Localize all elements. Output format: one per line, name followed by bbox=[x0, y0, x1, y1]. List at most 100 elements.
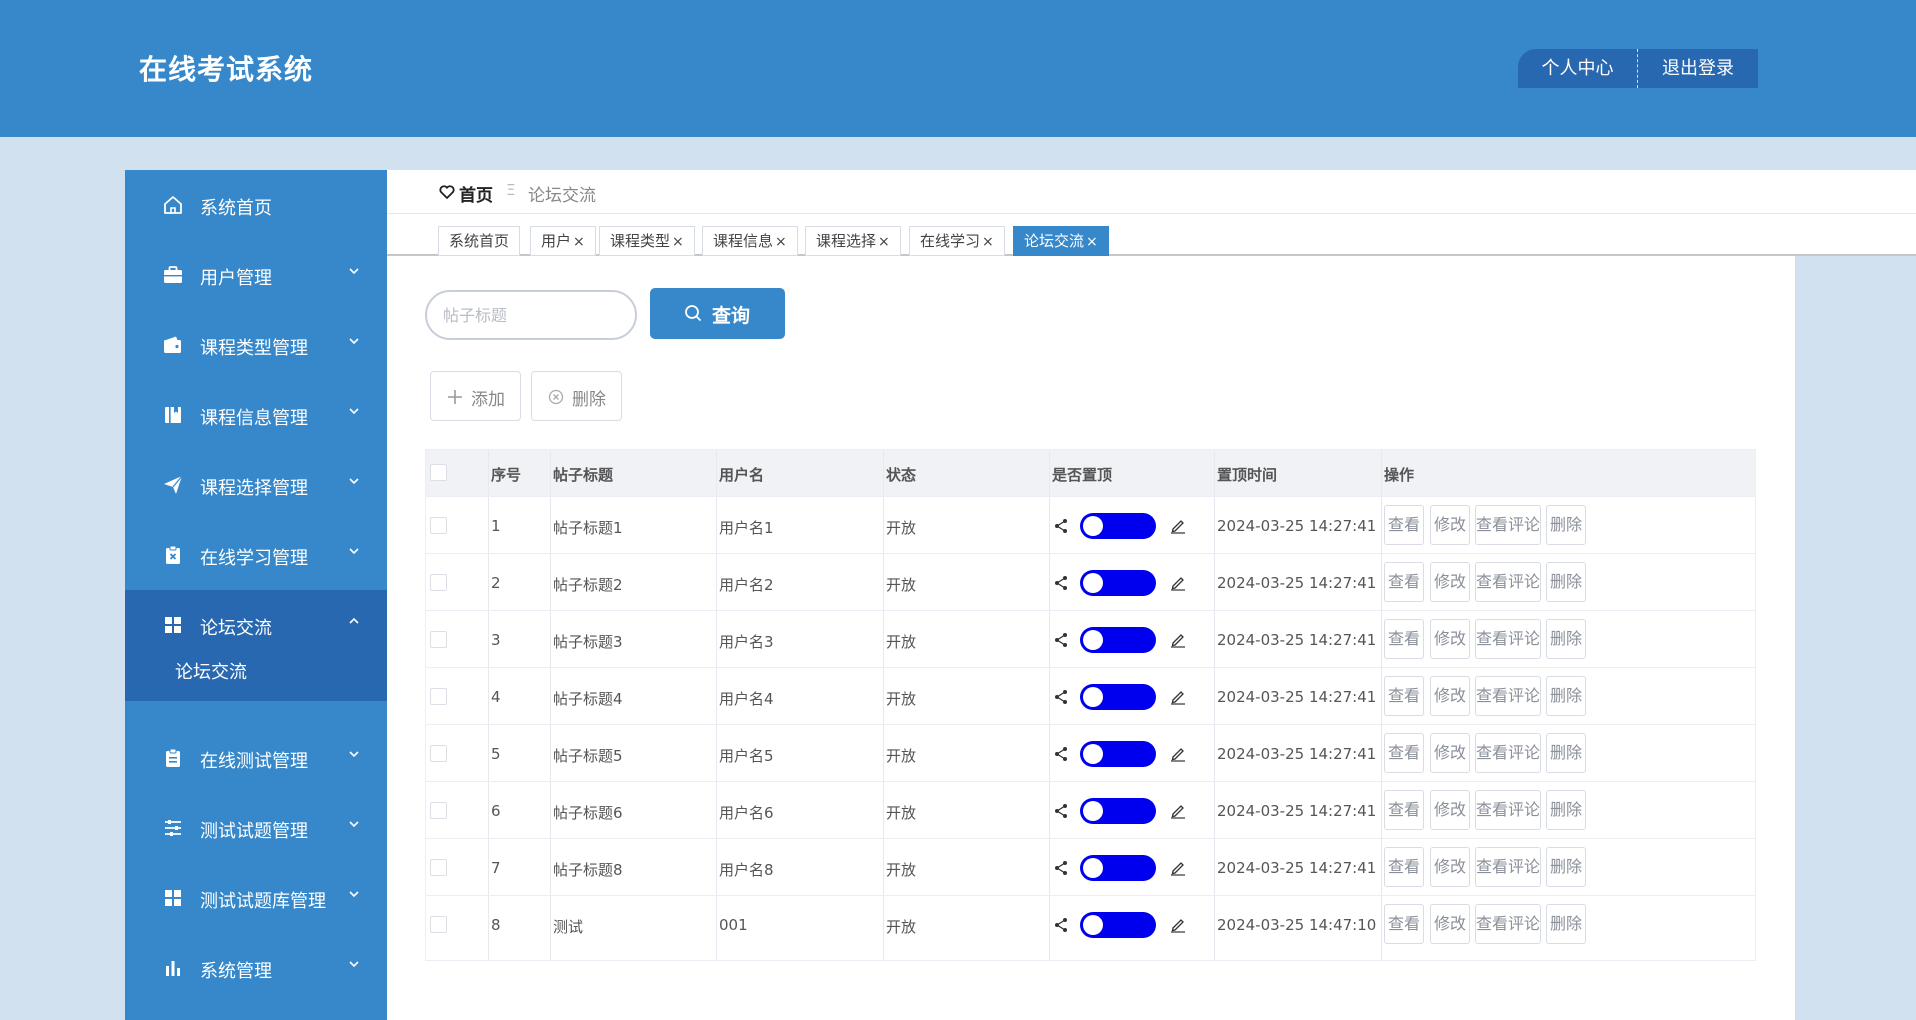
view-button[interactable]: 查看 bbox=[1384, 904, 1424, 944]
tab-online-learning[interactable]: 在线学习 × bbox=[909, 226, 1005, 256]
view-button[interactable]: 查看 bbox=[1384, 562, 1424, 602]
delete-button[interactable]: 删除 bbox=[1546, 619, 1586, 659]
edit-button[interactable]: 修改 bbox=[1430, 790, 1470, 830]
sidebar-item-users[interactable]: 用户管理 bbox=[125, 240, 387, 310]
delete-button[interactable]: 删除 bbox=[1546, 904, 1586, 944]
add-button[interactable]: 添加 bbox=[430, 371, 521, 421]
sidebar-item-course-info[interactable]: 课程信息管理 bbox=[125, 380, 387, 450]
row-checkbox[interactable] bbox=[430, 802, 447, 819]
share-icon[interactable] bbox=[1053, 518, 1069, 534]
pinned-toggle[interactable] bbox=[1080, 912, 1156, 938]
row-checkbox[interactable] bbox=[430, 688, 447, 705]
tab-course-info[interactable]: 课程信息 × bbox=[702, 226, 798, 256]
sidebar-item-course-types[interactable]: 课程类型管理 bbox=[125, 310, 387, 380]
share-icon[interactable] bbox=[1053, 860, 1069, 876]
delete-button[interactable]: 删除 bbox=[1546, 562, 1586, 602]
view-comments-button[interactable]: 查看评论 bbox=[1475, 847, 1541, 887]
tab-users[interactable]: 用户 × bbox=[530, 226, 596, 256]
post-title-search-input[interactable] bbox=[425, 290, 637, 340]
pinned-toggle[interactable] bbox=[1080, 741, 1156, 767]
view-button[interactable]: 查看 bbox=[1384, 790, 1424, 830]
close-icon[interactable]: × bbox=[573, 234, 585, 250]
view-comments-button[interactable]: 查看评论 bbox=[1475, 505, 1541, 545]
pinned-toggle[interactable] bbox=[1080, 684, 1156, 710]
pencil-icon[interactable] bbox=[1170, 916, 1186, 933]
view-comments-button[interactable]: 查看评论 bbox=[1475, 676, 1541, 716]
row-checkbox[interactable] bbox=[430, 745, 447, 762]
pencil-icon[interactable] bbox=[1170, 745, 1186, 762]
view-comments-button[interactable]: 查看评论 bbox=[1475, 904, 1541, 944]
pinned-toggle[interactable] bbox=[1080, 627, 1156, 653]
sidebar-item-question-bank[interactable]: 测试试题库管理 bbox=[125, 863, 387, 933]
row-checkbox[interactable] bbox=[430, 517, 447, 534]
pencil-icon[interactable] bbox=[1170, 517, 1186, 534]
delete-button[interactable]: 删除 bbox=[1546, 676, 1586, 716]
view-comments-button[interactable]: 查看评论 bbox=[1475, 790, 1541, 830]
toggle-knob bbox=[1083, 573, 1103, 593]
share-icon[interactable] bbox=[1053, 632, 1069, 648]
close-icon[interactable]: × bbox=[672, 234, 684, 250]
view-button[interactable]: 查看 bbox=[1384, 505, 1424, 545]
close-icon[interactable]: × bbox=[1086, 234, 1098, 250]
column-header-title: 帖子标题 bbox=[553, 466, 614, 484]
sidebar-item-online-learning[interactable]: 在线学习管理 bbox=[125, 520, 387, 590]
user-center-button[interactable]: 个人中心 bbox=[1518, 49, 1638, 88]
pencil-icon[interactable] bbox=[1170, 802, 1186, 819]
share-icon[interactable] bbox=[1053, 746, 1069, 762]
view-button[interactable]: 查看 bbox=[1384, 847, 1424, 887]
edit-button[interactable]: 修改 bbox=[1430, 562, 1470, 602]
select-all-checkbox[interactable] bbox=[430, 464, 447, 481]
share-icon[interactable] bbox=[1053, 689, 1069, 705]
view-comments-button[interactable]: 查看评论 bbox=[1475, 562, 1541, 602]
tab-course-types[interactable]: 课程类型 × bbox=[599, 226, 695, 256]
tab-home[interactable]: 系统首页 bbox=[438, 226, 521, 256]
logout-button[interactable]: 退出登录 bbox=[1638, 49, 1758, 88]
row-checkbox[interactable] bbox=[430, 859, 447, 876]
share-icon[interactable] bbox=[1053, 917, 1069, 933]
tab-forum[interactable]: 论坛交流 × bbox=[1013, 226, 1109, 256]
search-button[interactable]: 查询 bbox=[650, 288, 785, 339]
pencil-icon[interactable] bbox=[1170, 859, 1186, 876]
edit-button[interactable]: 修改 bbox=[1430, 847, 1470, 887]
view-comments-button[interactable]: 查看评论 bbox=[1475, 733, 1541, 773]
bulk-delete-button[interactable]: 删除 bbox=[531, 371, 622, 421]
sidebar-item-course-selection[interactable]: 课程选择管理 bbox=[125, 450, 387, 520]
pencil-icon[interactable] bbox=[1170, 574, 1186, 591]
close-icon[interactable]: × bbox=[878, 234, 890, 250]
pinned-toggle[interactable] bbox=[1080, 570, 1156, 596]
share-icon[interactable] bbox=[1053, 803, 1069, 819]
view-button[interactable]: 查看 bbox=[1384, 733, 1424, 773]
sidebar-item-test-questions[interactable]: 测试试题管理 bbox=[125, 793, 387, 863]
pinned-toggle[interactable] bbox=[1080, 855, 1156, 881]
table-row: 7 帖子标题8 用户名8 开放 2024-03-25 14:27:41 查看 修改 查看评论删… bbox=[426, 838, 1755, 895]
delete-button[interactable]: 删除 bbox=[1546, 505, 1586, 545]
sidebar-subitem-forum[interactable]: 论坛交流 bbox=[125, 638, 387, 701]
edit-button[interactable]: 修改 bbox=[1430, 619, 1470, 659]
row-checkbox[interactable] bbox=[430, 574, 447, 591]
sidebar-item-system[interactable]: 系统管理 bbox=[125, 933, 387, 1003]
view-button[interactable]: 查看 bbox=[1384, 676, 1424, 716]
pencil-icon[interactable] bbox=[1170, 688, 1186, 705]
edit-button[interactable]: 修改 bbox=[1430, 733, 1470, 773]
pencil-icon[interactable] bbox=[1170, 631, 1186, 648]
view-button[interactable]: 查看 bbox=[1384, 619, 1424, 659]
view-comments-button[interactable]: 查看评论 bbox=[1475, 619, 1541, 659]
share-icon[interactable] bbox=[1053, 575, 1069, 591]
edit-button[interactable]: 修改 bbox=[1430, 676, 1470, 716]
delete-button[interactable]: 删除 bbox=[1546, 847, 1586, 887]
breadcrumb-home[interactable]: 首页 bbox=[459, 181, 493, 206]
close-icon[interactable]: × bbox=[982, 234, 994, 250]
row-checkbox[interactable] bbox=[430, 916, 447, 933]
tab-course-selection[interactable]: 课程选择 × bbox=[805, 226, 901, 256]
edit-button[interactable]: 修改 bbox=[1430, 505, 1470, 545]
edit-button[interactable]: 修改 bbox=[1430, 904, 1470, 944]
pinned-toggle[interactable] bbox=[1080, 513, 1156, 539]
delete-button[interactable]: 删除 bbox=[1546, 733, 1586, 773]
cell-status: 开放 bbox=[886, 804, 917, 822]
row-checkbox[interactable] bbox=[430, 631, 447, 648]
close-icon[interactable]: × bbox=[775, 234, 787, 250]
pinned-toggle[interactable] bbox=[1080, 798, 1156, 824]
delete-button[interactable]: 删除 bbox=[1546, 790, 1586, 830]
sidebar-item-online-tests[interactable]: 在线测试管理 bbox=[125, 723, 387, 793]
sidebar-item-home[interactable]: 系统首页 bbox=[125, 170, 387, 240]
